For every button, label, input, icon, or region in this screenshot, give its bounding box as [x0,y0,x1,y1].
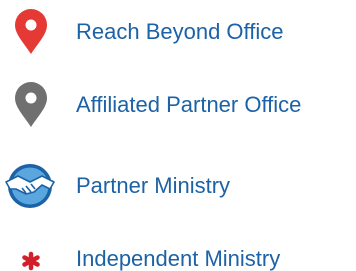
handshake-icon [0,162,60,210]
gray-location-pin-shape [15,82,47,127]
legend-label-affiliated-partner-office: Affiliated Partner Office [76,92,302,117]
legend-item-affiliated-partner-office: Affiliated Partner Office [0,81,356,129]
red-location-pin-icon [0,8,60,56]
red-asterisk-icon [0,235,60,271]
legend-item-reach-beyond-office: Reach Beyond Office [0,8,356,56]
legend-label-reach-beyond-office: Reach Beyond Office [76,19,284,44]
legend-label-partner-ministry: Partner Ministry [76,173,231,198]
red-location-pin-hole [25,19,37,31]
gray-location-pin-hole [25,92,37,104]
legend-item-partner-ministry: Partner Ministry [0,162,356,210]
gray-location-pin-icon [0,81,60,129]
red-asterisk-shape [22,251,40,271]
legend-item-independent-ministry: Independent Ministry [0,235,356,271]
red-location-pin-shape [15,9,47,54]
map-legend: Reach Beyond Office Affiliated Partner O… [0,0,356,271]
legend-label-independent-ministry: Independent Ministry [76,246,281,271]
